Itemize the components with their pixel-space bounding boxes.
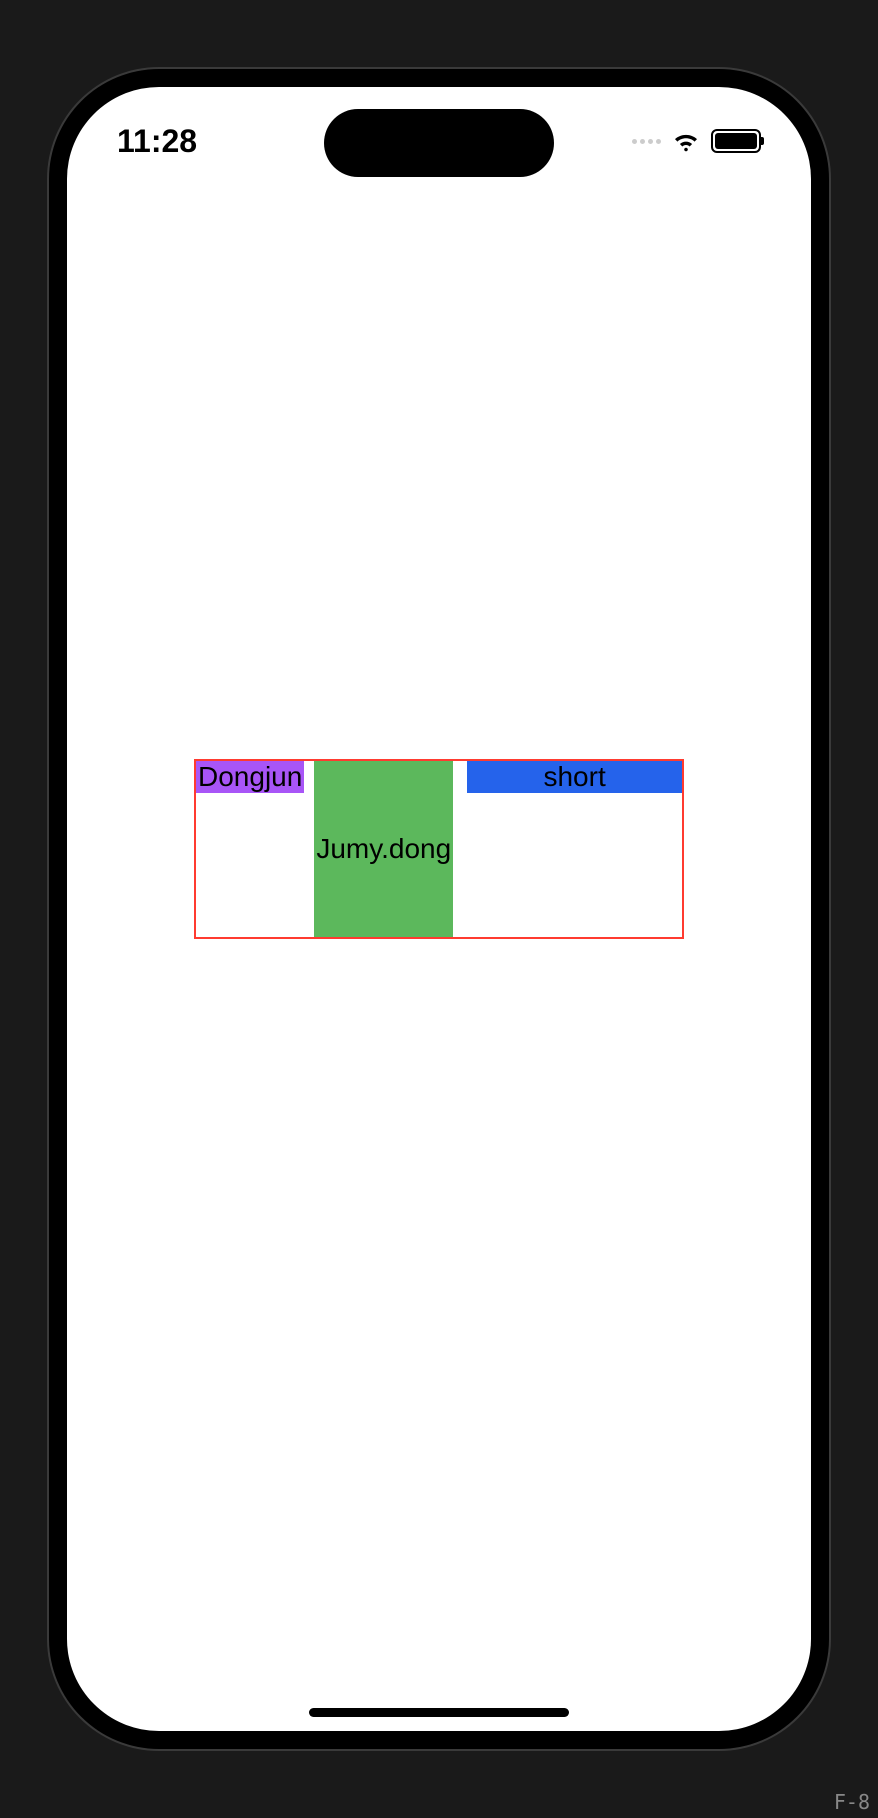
corner-label: F-8 (834, 1790, 870, 1814)
layout-demo-container: Dongjun Jumy.dong short (194, 759, 684, 939)
app-content: Dongjun Jumy.dong short (67, 87, 811, 1731)
blue-box: short (467, 761, 682, 793)
home-indicator[interactable] (309, 1708, 569, 1717)
cellular-dots-icon (632, 139, 661, 144)
status-time: 11:28 (117, 123, 197, 160)
green-box: Jumy.dong (314, 761, 453, 937)
wifi-icon (671, 130, 701, 152)
iphone-screen: 11:28 Dongjun (67, 87, 811, 1731)
battery-icon (711, 129, 761, 153)
dynamic-island (324, 109, 554, 177)
status-indicators (632, 129, 761, 153)
purple-box: Dongjun (196, 761, 304, 793)
iphone-frame: 11:28 Dongjun (49, 69, 829, 1749)
